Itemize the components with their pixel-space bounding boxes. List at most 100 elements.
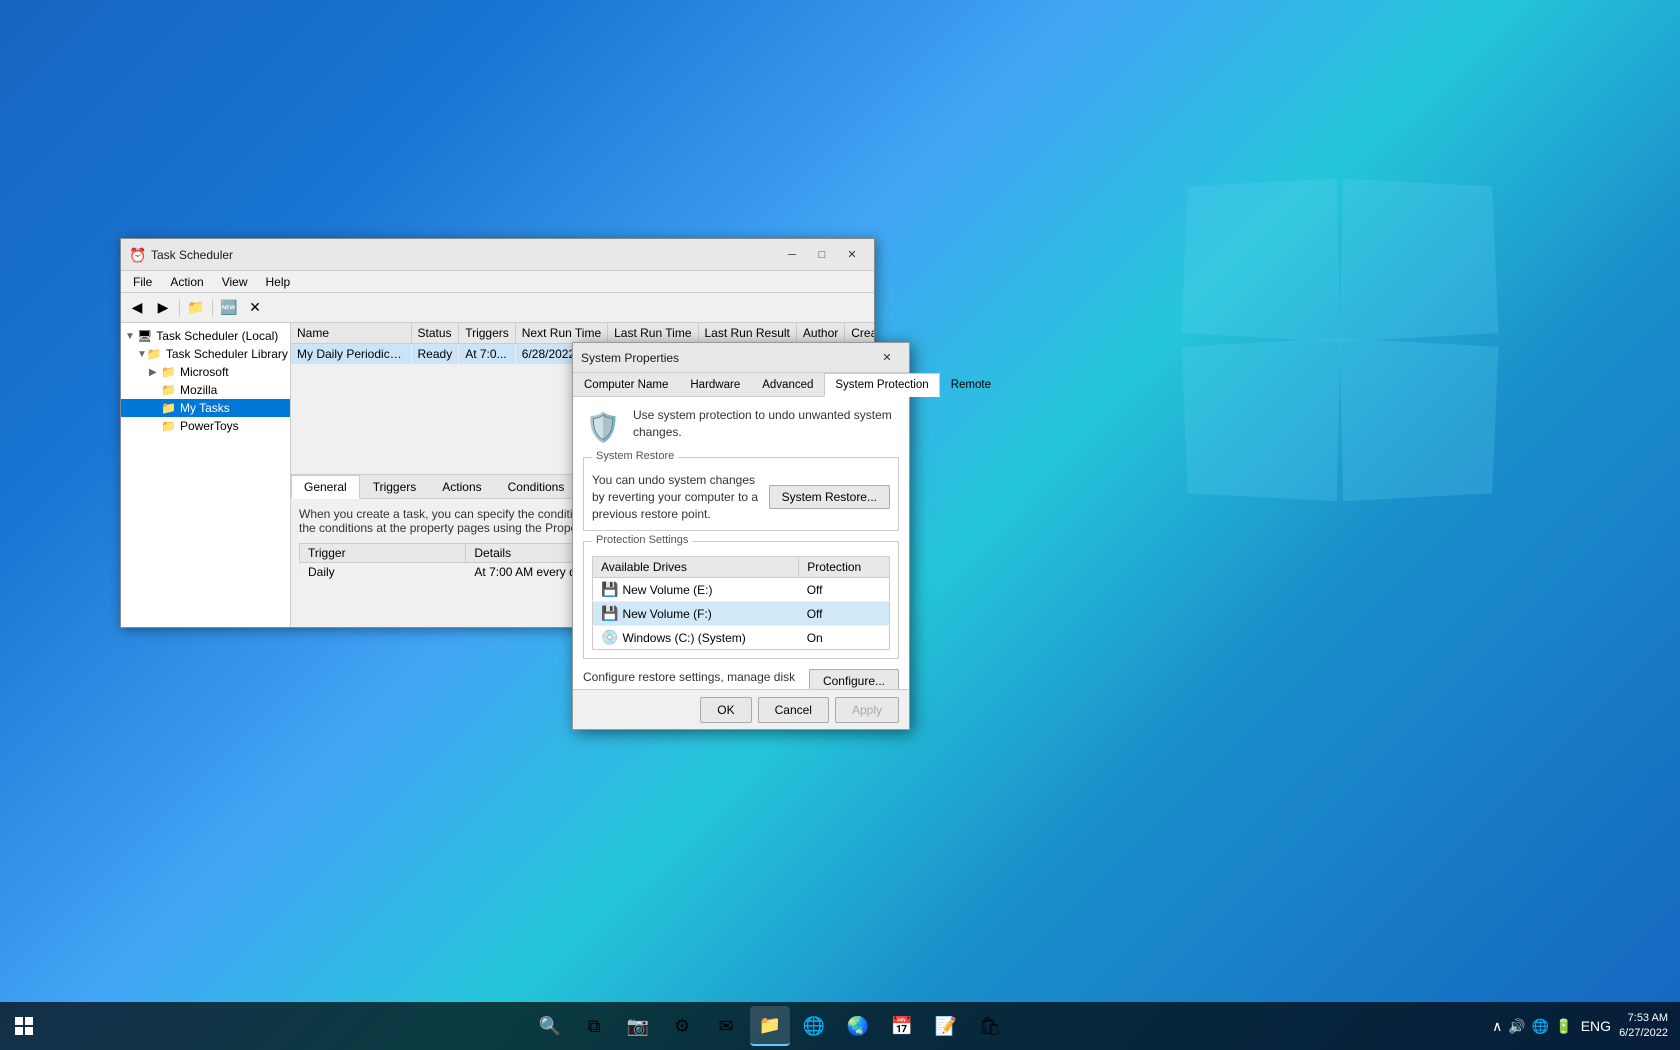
- tab-advanced[interactable]: Advanced: [751, 373, 824, 397]
- col-name[interactable]: Name: [291, 323, 411, 344]
- task-name: My Daily Periodic Restore Point: [291, 344, 411, 365]
- toolbar-library[interactable]: 📁: [184, 296, 208, 320]
- configure-desc: Configure restore settings, manage disk …: [583, 669, 801, 689]
- toolbar-new[interactable]: 🆕: [217, 296, 241, 320]
- tab-hardware[interactable]: Hardware: [679, 373, 751, 397]
- apply-button[interactable]: Apply: [835, 697, 899, 723]
- menu-view[interactable]: View: [214, 273, 256, 291]
- col-triggers[interactable]: Triggers: [459, 323, 516, 344]
- task-scheduler-title: Task Scheduler: [151, 248, 778, 262]
- shield-icon: 🛡️: [583, 407, 623, 447]
- protection-table: Available Drives Protection 💾New Volume …: [592, 556, 890, 650]
- toolbar: ◀ ▶ 📁 🆕 ✕: [121, 293, 874, 323]
- expand-microsoft: ▶: [149, 367, 161, 378]
- drive-c-icon: 💿: [601, 629, 618, 645]
- dialog-close-button[interactable]: ✕: [873, 348, 901, 368]
- system-restore-button[interactable]: System Restore...: [769, 485, 890, 509]
- tray-icons: ∧ 🔊 🌐 🔋: [1492, 1018, 1573, 1035]
- tab-remote[interactable]: Remote: [940, 373, 1002, 397]
- col-last-run[interactable]: Last Run Time: [608, 323, 698, 344]
- drive-e-protection: Off: [799, 578, 890, 602]
- taskbar-store[interactable]: 🛍: [970, 1006, 1010, 1046]
- tree-root[interactable]: ▼ 🖥 Task Scheduler (Local): [121, 327, 290, 345]
- configure-button[interactable]: Configure...: [809, 669, 899, 689]
- tree-mozilla[interactable]: 📁 Mozilla: [121, 381, 290, 399]
- tree-mytasks[interactable]: 📁 My Tasks: [121, 399, 290, 417]
- sidebar: ▼ 🖥 Task Scheduler (Local) ▼ 📁 Task Sche…: [121, 323, 291, 627]
- taskbar-explorer[interactable]: 📁: [750, 1006, 790, 1046]
- toolbar-back[interactable]: ◀: [125, 296, 149, 320]
- lang-indicator[interactable]: ENG: [1581, 1018, 1611, 1034]
- tray-chevron[interactable]: ∧: [1492, 1018, 1502, 1035]
- toolbar-forward[interactable]: ▶: [151, 296, 175, 320]
- system-properties-title-bar[interactable]: System Properties ✕: [573, 343, 909, 373]
- window-controls: ─ □ ✕: [778, 245, 866, 265]
- menu-file[interactable]: File: [125, 273, 160, 291]
- tab-computer-name[interactable]: Computer Name: [573, 373, 679, 397]
- menu-help[interactable]: Help: [258, 273, 299, 291]
- trigger-type: Daily: [300, 563, 466, 582]
- root-icon: 🖥: [137, 329, 152, 343]
- tree-microsoft[interactable]: ▶ 📁 Microsoft: [121, 363, 290, 381]
- drive-row-f[interactable]: 💾New Volume (F:) Off: [593, 602, 890, 626]
- col-created[interactable]: Created: [845, 323, 874, 344]
- tree-mytasks-label: My Tasks: [180, 401, 230, 415]
- tab-triggers[interactable]: Triggers: [360, 475, 430, 499]
- taskbar-mail[interactable]: ✉: [706, 1006, 746, 1046]
- drive-e-icon: 💾: [601, 581, 618, 597]
- drive-c-name: 💿Windows (C:) (System): [593, 626, 799, 650]
- taskbar-calendar[interactable]: 📅: [882, 1006, 922, 1046]
- system-clock[interactable]: 7:53 AM 6/27/2022: [1619, 1011, 1668, 1042]
- start-button[interactable]: [0, 1002, 48, 1050]
- col-next-run[interactable]: Next Run Time: [515, 323, 607, 344]
- microsoft-icon: 📁: [161, 365, 176, 379]
- col-last-result[interactable]: Last Run Result: [698, 323, 796, 344]
- maximize-button[interactable]: □: [808, 245, 836, 265]
- menu-action[interactable]: Action: [162, 273, 211, 291]
- tab-actions[interactable]: Actions: [429, 475, 494, 499]
- close-button[interactable]: ✕: [838, 245, 866, 265]
- taskbar-browser2[interactable]: 🌏: [838, 1006, 878, 1046]
- expand-root: ▼: [125, 331, 137, 342]
- system-restore-row: You can undo system changes by reverting…: [592, 472, 890, 522]
- system-restore-group: System Restore You can undo system chang…: [583, 457, 899, 531]
- tray-volume[interactable]: 🔊: [1508, 1018, 1525, 1035]
- drive-row-e[interactable]: 💾New Volume (E:) Off: [593, 578, 890, 602]
- sp-header: 🛡️ Use system protection to undo unwante…: [583, 407, 899, 447]
- tray-battery[interactable]: 🔋: [1555, 1018, 1572, 1035]
- system-restore-desc: You can undo system changes by reverting…: [592, 472, 761, 522]
- taskbar-icons: 🔍 ⧉ 📷 ⚙ ✉ 📁 🌐 🌏 📅 📝 🛍: [48, 1006, 1492, 1046]
- drive-f-protection: Off: [799, 602, 890, 626]
- expand-library: ▼: [137, 349, 147, 360]
- powertoys-icon: 📁: [161, 419, 176, 433]
- drive-row-c[interactable]: 💿Windows (C:) (System) On: [593, 626, 890, 650]
- configure-row: Configure restore settings, manage disk …: [583, 669, 899, 689]
- taskbar-edge[interactable]: 🌐: [794, 1006, 834, 1046]
- tree-powertoys[interactable]: 📁 PowerToys: [121, 417, 290, 435]
- taskbar-notes[interactable]: 📝: [926, 1006, 966, 1046]
- taskbar-taskview[interactable]: ⧉: [574, 1006, 614, 1046]
- drive-f-name: 💾New Volume (F:): [593, 602, 799, 626]
- task-scheduler-title-bar[interactable]: ⏰ Task Scheduler ─ □ ✕: [121, 239, 874, 271]
- tab-system-protection[interactable]: System Protection: [824, 373, 939, 397]
- col-author[interactable]: Author: [796, 323, 844, 344]
- tab-general[interactable]: General: [291, 475, 360, 499]
- tree-library[interactable]: ▼ 📁 Task Scheduler Library: [121, 345, 290, 363]
- taskbar-search[interactable]: 🔍: [530, 1006, 570, 1046]
- windows-logo-decoration: [1180, 180, 1500, 500]
- system-protection-content: 🛡️ Use system protection to undo unwante…: [573, 397, 909, 689]
- taskbar-settings[interactable]: ⚙: [662, 1006, 702, 1046]
- task-status: Ready: [411, 344, 459, 365]
- minimize-button[interactable]: ─: [778, 245, 806, 265]
- library-icon: 📁: [147, 347, 162, 361]
- drive-f-icon: 💾: [601, 605, 618, 621]
- ok-button[interactable]: OK: [700, 697, 751, 723]
- tray-network[interactable]: 🌐: [1532, 1018, 1549, 1035]
- drive-c-protection: On: [799, 626, 890, 650]
- toolbar-delete[interactable]: ✕: [243, 296, 267, 320]
- windows-start-icon: [14, 1016, 34, 1036]
- cancel-button[interactable]: Cancel: [758, 697, 829, 723]
- tab-conditions[interactable]: Conditions: [495, 475, 578, 499]
- col-status[interactable]: Status: [411, 323, 459, 344]
- taskbar-meet[interactable]: 📷: [618, 1006, 658, 1046]
